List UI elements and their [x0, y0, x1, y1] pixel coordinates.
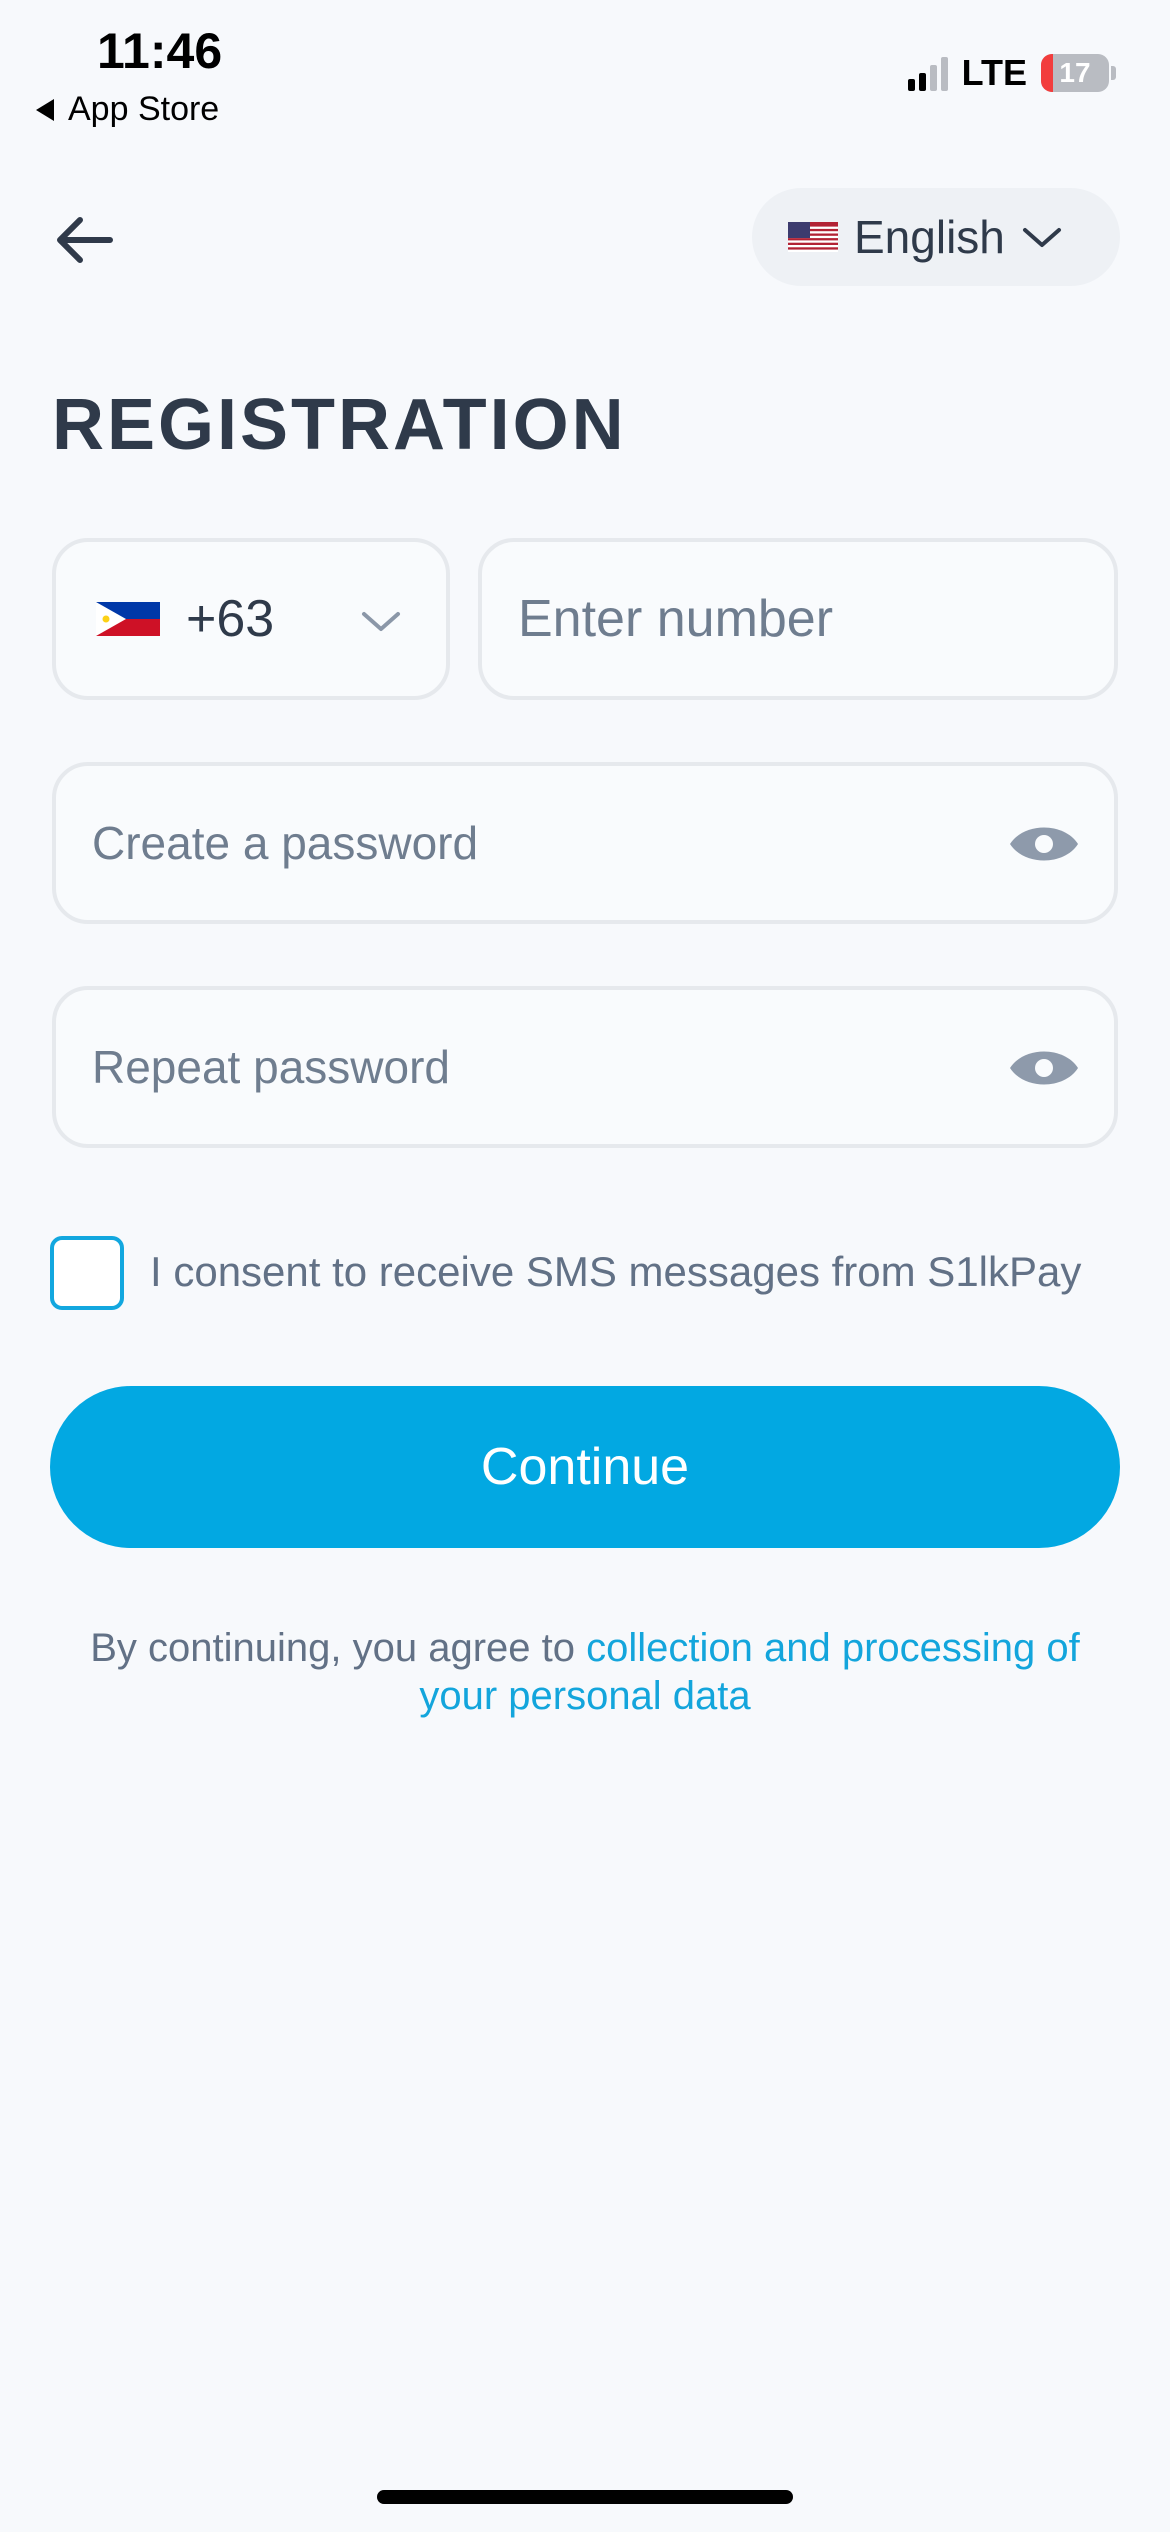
back-triangle-icon [36, 98, 54, 121]
battery-level: 17 [1059, 57, 1091, 88]
password-input[interactable] [90, 815, 914, 871]
language-selector[interactable]: English [752, 188, 1120, 286]
terms-text: By continuing, you agree to collection a… [60, 1624, 1110, 1720]
ph-flag-icon [96, 602, 160, 636]
status-time: 11:46 [97, 23, 223, 79]
page-title: REGISTRATION [52, 385, 627, 465]
phone-number-field[interactable] [478, 538, 1118, 700]
repeat-password-field[interactable] [52, 986, 1118, 1148]
terms-prefix: By continuing, you agree to [90, 1626, 587, 1670]
country-code-select[interactable]: +63 [52, 538, 450, 700]
back-button[interactable] [50, 205, 120, 275]
us-flag-icon [788, 222, 838, 252]
chevron-down-icon [362, 612, 400, 631]
phone-number-input[interactable] [516, 588, 999, 650]
back-app-label: App Store [68, 90, 220, 128]
password-field[interactable] [52, 762, 1118, 924]
eye-icon[interactable] [1008, 1040, 1080, 1096]
chevron-down-icon [1022, 228, 1061, 247]
network-type: LTE [961, 52, 1027, 93]
sms-consent-label[interactable]: I consent to receive SMS messages from S… [150, 1248, 1081, 1296]
continue-button[interactable]: Continue [50, 1386, 1120, 1548]
country-code: +63 [186, 590, 275, 648]
signal-icon [907, 55, 948, 91]
repeat-password-input[interactable] [90, 1039, 914, 1095]
back-to-app-store[interactable]: App Store [36, 90, 219, 129]
arrow-left-icon [57, 217, 113, 263]
eye-icon[interactable] [1008, 816, 1080, 872]
registration-screen: 11:46 App Store LTE 17 English REGISTRAT… [0, 0, 1170, 2532]
battery-icon: 17 [1041, 54, 1109, 92]
sms-consent-checkbox[interactable] [50, 1236, 124, 1310]
home-indicator[interactable] [377, 2490, 793, 2504]
language-label: English [854, 211, 1005, 263]
status-indicators: LTE 17 [907, 52, 1116, 94]
